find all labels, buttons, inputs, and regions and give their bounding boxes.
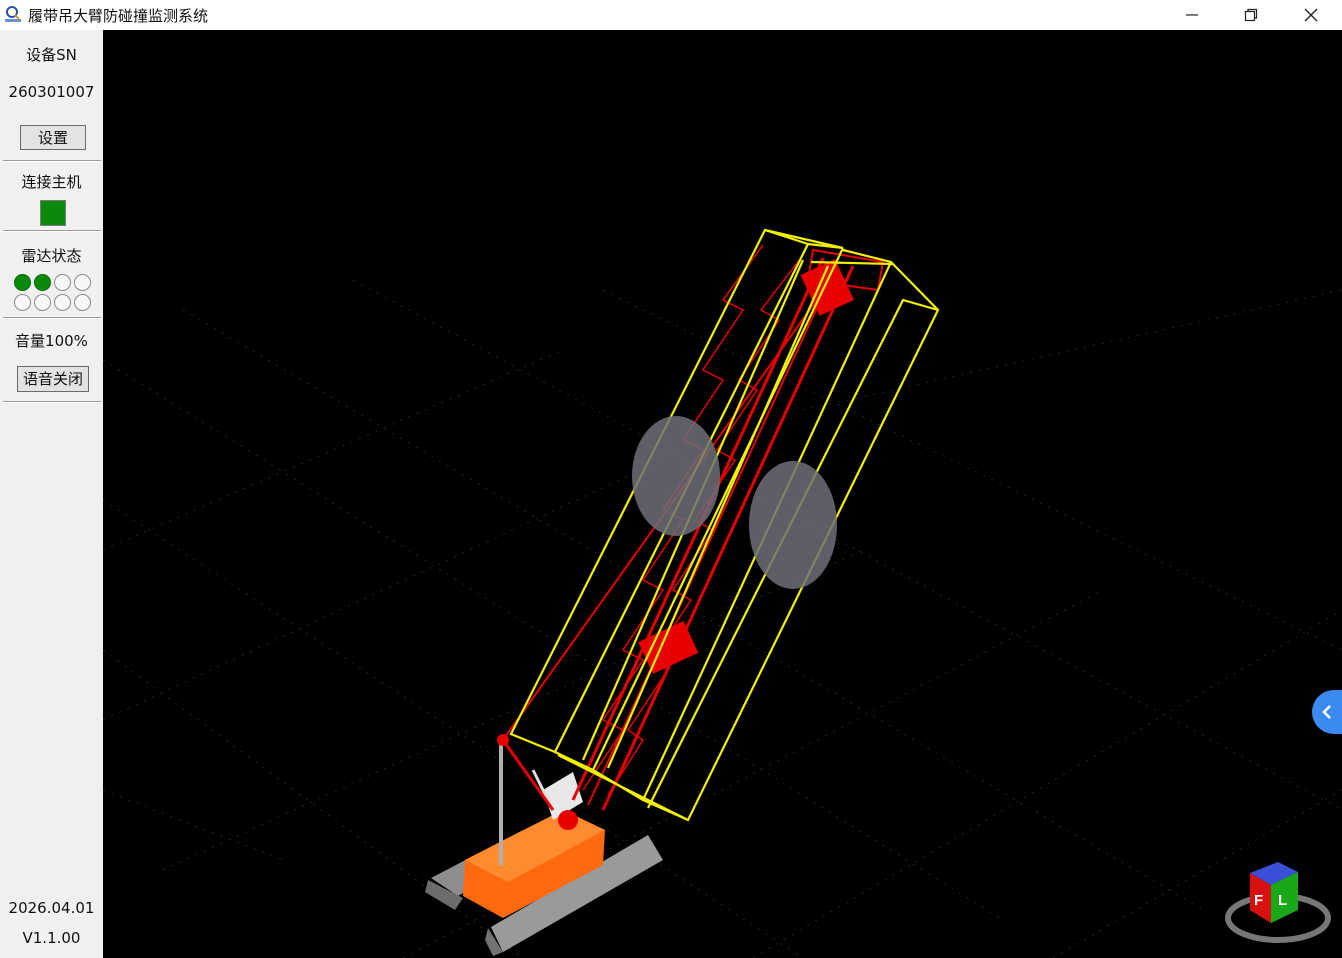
volume-label: 音量100% — [15, 332, 88, 350]
voice-toggle-button[interactable]: 语音关闭 — [17, 366, 89, 392]
radar-status-dot — [74, 274, 91, 291]
view-cube[interactable]: F L — [1225, 862, 1331, 943]
device-sn-label: 设备SN — [26, 46, 77, 64]
settings-button[interactable]: 设置 — [20, 125, 86, 150]
minimize-button[interactable] — [1169, 0, 1215, 30]
close-icon — [1304, 8, 1318, 22]
chevron-left-icon — [1322, 705, 1331, 719]
minimize-icon — [1186, 14, 1198, 16]
view-cube-front-label: F — [1254, 892, 1263, 909]
radar-status-label: 雷达状态 — [21, 247, 82, 265]
radar-status-dot — [54, 274, 71, 291]
close-button[interactable] — [1288, 0, 1334, 30]
radar-status-dot — [14, 294, 31, 311]
app-logo-icon — [5, 6, 21, 22]
view-cube-left-label: L — [1278, 892, 1287, 909]
device-sn-value: 260301007 — [8, 83, 95, 101]
title-bar: 履带吊大臂防碰撞监测系统 — [0, 0, 1342, 30]
radar-status-dot — [74, 294, 91, 311]
radar-status-dot — [34, 294, 51, 311]
version-text: V1.1.00 — [22, 929, 81, 947]
collision-zone-boxes — [509, 228, 940, 822]
3d-viewport[interactable]: F L — [103, 30, 1342, 958]
radar-status-dot — [14, 274, 31, 291]
divider — [3, 160, 101, 162]
connection-status-indicator — [40, 200, 66, 226]
divider — [3, 230, 101, 232]
connect-host-label: 连接主机 — [21, 173, 82, 191]
radar-status-dot — [34, 274, 51, 291]
radar-status-dot — [54, 294, 71, 311]
scene-canvas: F L — [103, 228, 1342, 958]
date-text: 2026.04.01 — [8, 899, 95, 917]
restore-icon — [1244, 8, 1258, 22]
divider — [3, 401, 101, 403]
restore-button[interactable] — [1228, 0, 1274, 30]
divider — [3, 317, 101, 319]
left-panel: 设备SN 260301007 设置 连接主机 雷达状态 音量100% 语音关闭 … — [0, 30, 103, 958]
obstacle-ellipsoids — [632, 416, 837, 589]
window-title: 履带吊大臂防碰撞监测系统 — [28, 7, 209, 25]
